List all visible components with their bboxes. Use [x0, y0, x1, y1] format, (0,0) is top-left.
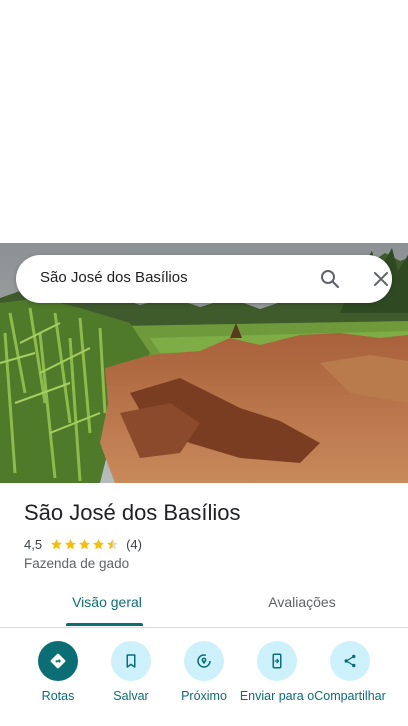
- directions-button[interactable]: Rotas: [18, 641, 98, 726]
- search-input[interactable]: São José dos Basílios: [40, 269, 188, 286]
- nearby-label: Próximo: [181, 689, 227, 703]
- search-icon[interactable]: [318, 267, 342, 291]
- save-button[interactable]: Salvar: [91, 641, 171, 726]
- directions-label: Rotas: [41, 689, 75, 703]
- place-category: Fazenda de gado: [24, 556, 130, 571]
- save-label: Salvar: [113, 689, 149, 703]
- tab-reviews[interactable]: Avaliações: [260, 594, 344, 626]
- directions-icon: [38, 641, 78, 681]
- active-tab-indicator: [66, 623, 143, 626]
- star-half-icon: [107, 538, 118, 549]
- star-full-icon: [79, 538, 90, 549]
- rating-stars: [50, 538, 120, 551]
- bookmark-icon: [111, 641, 151, 681]
- rating-row[interactable]: 4,5 (4): [24, 535, 142, 553]
- map-blank-area: [0, 0, 408, 243]
- rating-value: 4,5: [24, 536, 43, 552]
- star-full-icon: [65, 538, 76, 549]
- share-icon: [330, 641, 370, 681]
- place-title: São José dos Basílios: [24, 500, 241, 525]
- send-to-phone-label: Enviar para o: [239, 689, 315, 703]
- nearby-icon: [184, 641, 224, 681]
- send-to-phone-button[interactable]: Enviar para o: [237, 641, 317, 726]
- tab-divider: [0, 627, 408, 628]
- star-full-icon: [93, 538, 104, 549]
- search-bar[interactable]: São José dos Basílios: [16, 255, 392, 303]
- share-label: Compartilhar: [314, 689, 386, 703]
- review-count: (4): [126, 536, 142, 552]
- star-full-icon: [51, 538, 62, 549]
- share-button[interactable]: Compartilhar: [310, 641, 390, 726]
- tab-overview[interactable]: Visão geral: [66, 594, 148, 626]
- close-icon[interactable]: [369, 267, 393, 291]
- nearby-button[interactable]: Próximo: [164, 641, 244, 726]
- send-to-phone-icon: [257, 641, 297, 681]
